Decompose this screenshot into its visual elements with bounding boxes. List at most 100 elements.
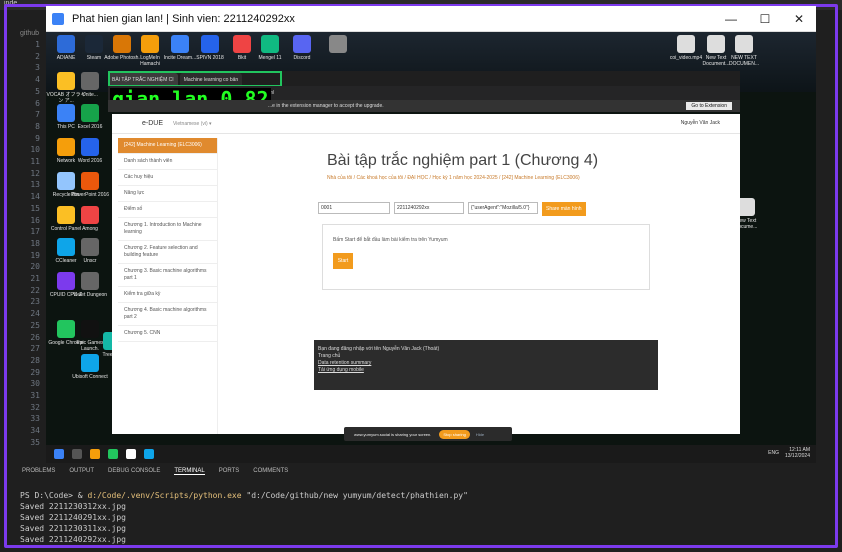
desktop-icon-image	[113, 35, 131, 53]
desktop-icon-image	[81, 206, 99, 224]
start-button[interactable]: Start	[333, 253, 353, 269]
chrome-icon[interactable]	[108, 449, 118, 459]
file-explorer-icon[interactable]	[90, 449, 100, 459]
desktop-icon-label: NEW TEXT DOCUMEN...	[729, 55, 759, 67]
system-tray: ENG 12:11 AM 13/12/2024	[768, 447, 810, 459]
desktop-icon-image	[329, 35, 347, 53]
data-retention-link[interactable]: Data retention summary	[318, 360, 654, 367]
sidebar-item[interactable]: Năng lực	[118, 186, 217, 202]
terminal-line: Saved 2211230311xx.jpg	[20, 524, 126, 533]
sidebar-item[interactable]: Các huy hiệu	[118, 170, 217, 186]
windows-taskbar: ENG 12:11 AM 13/12/2024	[46, 445, 816, 463]
desktop-icon[interactable]: Discord	[282, 35, 322, 61]
desktop-icon[interactable]: NEW TEXT DOCUMEN...	[724, 35, 764, 67]
terminal-line: Saved 2211240292xx.jpg	[20, 535, 126, 544]
app-icon	[52, 12, 64, 25]
minimize-button[interactable]: —	[714, 6, 748, 32]
vscode-icon[interactable]	[144, 449, 154, 459]
clock-date[interactable]: 13/12/2024	[785, 453, 810, 459]
window-title: Phat hien gian lan! | Sinh vien: 2211240…	[72, 12, 295, 25]
extension-infobar: ...e in the extension manager to accept …	[108, 100, 740, 112]
desktop-icon-label: Among	[82, 226, 98, 232]
site-logo[interactable]: e-DUE	[142, 120, 163, 127]
course-sidebar: [242] Machine Learning (ELC3006) Danh sác…	[118, 138, 218, 434]
sidebar-item[interactable]: Chương 2. Feature selection and building…	[118, 241, 217, 264]
desktop-icon[interactable]: Among	[70, 206, 110, 232]
desktop-icon[interactable]	[318, 35, 358, 55]
desktop-icon-image	[293, 35, 311, 53]
useragent-field[interactable]: {"userAgent":"Mozilla/5.0"}	[468, 202, 538, 214]
desktop-icon-label: Violet Dungeon	[72, 292, 108, 298]
desktop-icon-image	[677, 35, 695, 53]
terminal-output[interactable]: PS D:\Code> & d:/Code/.venv/Scripts/pyth…	[20, 490, 820, 546]
detection-box	[108, 71, 282, 87]
sidebar-item[interactable]: Chương 3. Basic machine algorithms part …	[118, 264, 217, 287]
share-screen-button[interactable]: Share màn hình	[542, 202, 586, 216]
desktop-icon-label: Excel 2016	[77, 124, 103, 130]
sidebar-item[interactable]: Chương 1. Introduction to Machine learni…	[118, 218, 217, 241]
desktop-icon-image	[233, 35, 251, 53]
desktop-icon-label: Unite...	[82, 92, 98, 98]
desktop-icon-image	[261, 35, 279, 53]
desktop-icon[interactable]: Ubisoft Connect	[70, 354, 110, 380]
share-notice-text: www.yumyum.social is sharing your screen…	[354, 431, 432, 437]
screen-share-notice: www.yumyum.social is sharing your screen…	[344, 427, 512, 441]
desktop-icon[interactable]: Unite...	[70, 72, 110, 98]
tab-problems[interactable]: PROBLEMS	[22, 468, 55, 474]
desktop-icon[interactable]: PowerPoint 2016	[70, 172, 110, 198]
tab-ports[interactable]: PORTS	[219, 468, 240, 474]
home-link[interactable]: Trang chủ	[318, 353, 654, 360]
desktop-icon[interactable]: Excel 2016	[70, 104, 110, 130]
maximize-button[interactable]: ☐	[748, 6, 782, 32]
hide-button[interactable]: Hide	[476, 432, 484, 437]
obs-icon[interactable]	[126, 449, 136, 459]
desktop-icon-image	[81, 272, 99, 290]
search-icon[interactable]	[72, 449, 82, 459]
close-button[interactable]: ✕	[782, 6, 816, 32]
sidebar-item[interactable]: Kiểm tra giữa kỳ	[118, 287, 217, 303]
desktop-icon-image	[81, 172, 99, 190]
desktop-icon-image	[201, 35, 219, 53]
start-icon[interactable]	[54, 449, 64, 459]
quiz-instructions: Bấm Start để bắt đầu làm bài kiểm tra tr…	[333, 237, 448, 243]
desktop-icon-label: Word 2016	[77, 158, 103, 164]
desktop-icon-image	[81, 104, 99, 122]
terminal-line: Saved 2211240291xx.jpg	[20, 513, 126, 522]
window-titlebar: Phat hien gian lan! | Sinh vien: 2211240…	[46, 6, 816, 32]
desktop-icon[interactable]: Unscr	[70, 238, 110, 264]
moodle-footer: Bạn đang đăng nhập với tên Nguyễn Văn Ja…	[314, 340, 658, 390]
sidebar-item[interactable]: Chương 5. CNN	[118, 326, 217, 342]
page-title: Bài tập trắc nghiệm part 1 (Chương 4)	[327, 152, 599, 169]
language-select[interactable]: Vietnamese (vi) ▾	[173, 121, 212, 127]
user-menu[interactable]: Nguyễn Văn Jack	[681, 120, 720, 126]
tray-language[interactable]: ENG	[768, 450, 779, 456]
mobile-app-link[interactable]: Tải ứng dụng mobile	[318, 367, 654, 374]
desktop-icon-image	[81, 138, 99, 156]
desktop-icon-label: Unscr	[83, 258, 97, 264]
prompt: PS D:\Code> &	[20, 491, 88, 500]
sidebar-item[interactable]: Điểm số	[118, 202, 217, 218]
desktop-icon-image	[171, 35, 189, 53]
student-id-field[interactable]: 2211240292xx	[394, 202, 464, 214]
desktop-icon[interactable]: Violet Dungeon	[70, 272, 110, 298]
tab-comments[interactable]: COMMENTS	[253, 468, 288, 474]
sidebar-item[interactable]: [242] Machine Learning (ELC3006)	[118, 138, 217, 154]
go-extension-button[interactable]: Go to Extension	[686, 102, 732, 110]
desktop-icon[interactable]: Word 2016	[70, 138, 110, 164]
id-field[interactable]: 0001	[318, 202, 390, 214]
sidebar-item[interactable]: Chương 4. Basic machine algorithms part …	[118, 303, 217, 326]
tab-output[interactable]: OUTPUT	[69, 468, 94, 474]
desktop-icon-image	[735, 35, 753, 53]
quiz-box: Bấm Start để bắt đầu làm bài kiểm tra tr…	[322, 224, 650, 290]
desktop-icon-label: Discord	[293, 55, 311, 61]
tab-terminal[interactable]: TERMINAL	[174, 468, 205, 475]
command-arg: "d:/Code/github/new yumyum/detect/phathi…	[241, 491, 468, 500]
desktop-icon-image	[85, 35, 103, 53]
desktop-icon-image	[141, 35, 159, 53]
stop-sharing-button[interactable]: Stop sharing	[439, 429, 470, 439]
breadcrumb[interactable]: Nhà của tôi / Các khoá học của tôi / ĐẠI…	[327, 175, 580, 181]
tab-debug-console[interactable]: DEBUG CONSOLE	[108, 468, 160, 474]
sidebar-item[interactable]: Danh sách thành viên	[118, 154, 217, 170]
desktop-icon-label: Ubisoft Connect	[72, 374, 108, 380]
desktop-icon-image	[81, 238, 99, 256]
